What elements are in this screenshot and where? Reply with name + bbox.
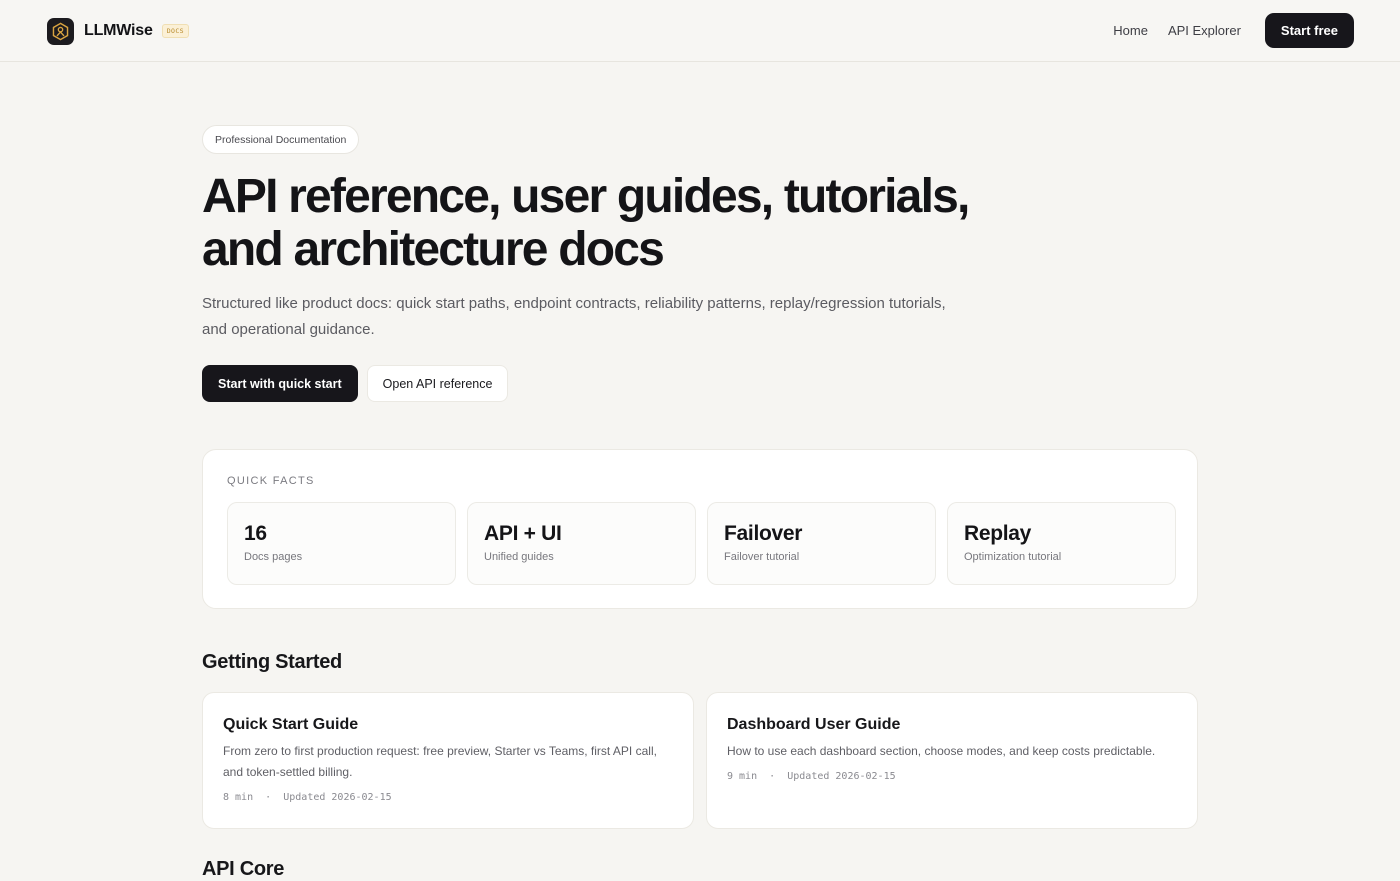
nav-link-home[interactable]: Home xyxy=(1113,23,1148,38)
fact-caption: Failover tutorial xyxy=(724,551,800,563)
hero-subtitle: Structured like product docs: quick star… xyxy=(202,295,946,338)
fact-card-docs-pages: 16 Docs pages xyxy=(227,502,456,585)
brand[interactable]: LLMWise DOCS xyxy=(47,17,189,45)
start-with-quick-start-button[interactable]: Start with quick start xyxy=(202,365,358,402)
quick-facts-grid: 16 Docs pages API + UI Unified guides Fa… xyxy=(227,502,1176,585)
guide-card-quick-start[interactable]: Quick Start Guide From zero to first pro… xyxy=(202,692,694,829)
page-title-line-2: and architecture docs xyxy=(202,223,665,276)
docs-badge: DOCS xyxy=(161,24,189,38)
brand-name: LLMWise xyxy=(84,22,153,39)
guide-title: Quick Start Guide xyxy=(223,716,359,733)
read-time: 9 min xyxy=(727,771,758,782)
fact-card-failover: Failover Failover tutorial xyxy=(707,502,936,585)
guide-meta: 9 min · Updated 2026-02-15 xyxy=(727,771,1177,782)
fact-value: Failover xyxy=(724,522,803,545)
quick-facts-panel: QUICK FACTS 16 Docs pages API + UI Unifi… xyxy=(202,449,1198,609)
guide-description: From zero to first production request: f… xyxy=(223,744,657,779)
page-title: API reference, user guides, tutorials, a… xyxy=(202,170,1102,276)
top-navigation-bar: LLMWise DOCS Home API Explorer Start fre… xyxy=(0,0,1400,62)
fact-value: API + UI xyxy=(484,522,562,545)
meta-separator: · xyxy=(265,792,272,803)
start-free-button[interactable]: Start free xyxy=(1264,13,1354,48)
main-nav: Home API Explorer Start free xyxy=(1113,13,1354,48)
getting-started-cards: Quick Start Guide From zero to first pro… xyxy=(202,692,1198,829)
fact-card-replay: Replay Optimization tutorial xyxy=(947,502,1176,585)
open-api-reference-button[interactable]: Open API reference xyxy=(366,365,509,402)
read-time: 8 min xyxy=(223,792,254,803)
hero-actions: Start with quick start Open API referenc… xyxy=(202,365,509,402)
updated-date: Updated 2026-02-15 xyxy=(283,792,392,803)
fact-value: 16 xyxy=(244,522,267,545)
hexagon-robot-icon xyxy=(47,17,74,45)
quick-facts-label: QUICK FACTS xyxy=(227,475,315,487)
section-title-getting-started: Getting Started xyxy=(202,651,342,673)
meta-separator: · xyxy=(769,771,776,782)
guide-card-dashboard-user-guide[interactable]: Dashboard User Guide How to use each das… xyxy=(706,692,1198,829)
fact-caption: Optimization tutorial xyxy=(964,551,1062,563)
fact-value: Replay xyxy=(964,522,1032,545)
guide-description: How to use each dashboard section, choos… xyxy=(727,744,1156,758)
guide-title: Dashboard User Guide xyxy=(727,716,901,733)
fact-caption: Unified guides xyxy=(484,551,554,563)
fact-caption: Docs pages xyxy=(244,551,303,563)
nav-link-api-explorer[interactable]: API Explorer xyxy=(1168,23,1241,38)
eyebrow-pill: Professional Documentation xyxy=(202,125,360,154)
page-title-line-1: API reference, user guides, tutorials, xyxy=(202,170,970,223)
section-title-api-core: API Core xyxy=(202,858,285,880)
guide-meta: 8 min · Updated 2026-02-15 xyxy=(223,792,673,803)
updated-date: Updated 2026-02-15 xyxy=(787,771,896,782)
fact-card-unified-guides: API + UI Unified guides xyxy=(467,502,696,585)
